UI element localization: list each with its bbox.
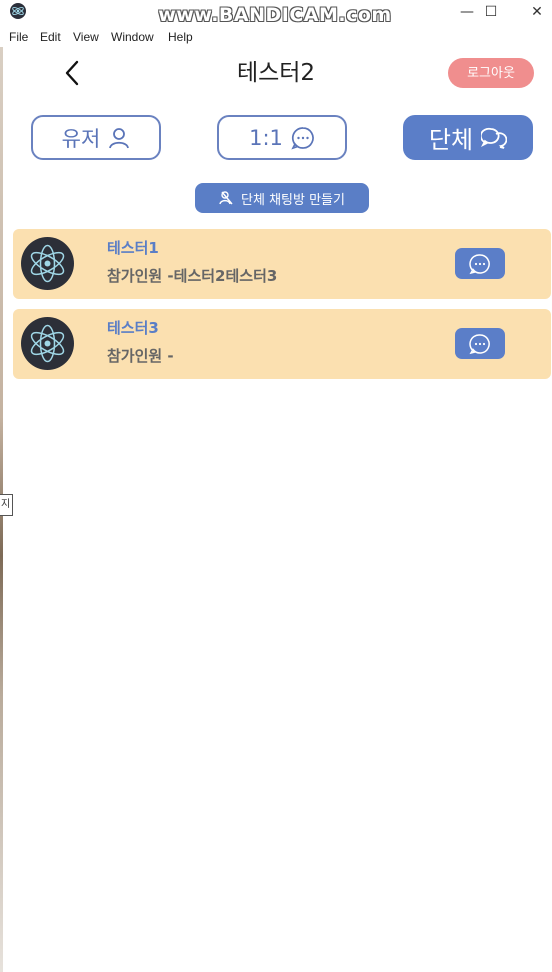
close-button[interactable]: ✕ — [514, 0, 552, 24]
atom-logo-icon — [30, 244, 65, 283]
enter-room-button[interactable] — [455, 328, 505, 359]
chat-bubble-icon — [291, 126, 314, 149]
tab-direct[interactable]: 1:1 — [217, 115, 347, 160]
create-group-room-button[interactable]: 단체 채팅방 만들기 — [195, 183, 369, 213]
back-button[interactable] — [60, 56, 86, 90]
page-title: 테스터2 — [236, 60, 316, 86]
room-members: 참가인원 -테스터2테스터3 — [107, 267, 278, 285]
menu-bar: File Edit View Window Help — [0, 27, 552, 47]
room-members: 참가인원 - — [107, 347, 174, 365]
tooltip-fragment: 지 — [0, 494, 13, 516]
maximize-button[interactable]: ☐ — [468, 0, 514, 24]
menu-file[interactable]: File — [9, 29, 28, 45]
user-icon — [109, 127, 130, 148]
tab-group[interactable]: 단체 — [403, 115, 533, 160]
app-logo-icon — [10, 3, 26, 19]
atom-logo-icon — [30, 324, 65, 363]
window-titlebar: www.BANDICAM.com — ☐ ✕ — [0, 0, 552, 26]
menu-window[interactable]: Window — [111, 29, 154, 45]
tab-direct-label: 1:1 — [249, 125, 283, 150]
avatar — [21, 237, 74, 290]
logout-button[interactable]: 로그아웃 — [448, 58, 534, 88]
tab-users[interactable]: 유저 — [31, 115, 161, 160]
enter-room-button[interactable] — [455, 248, 505, 279]
room-name: 테스터1 — [107, 239, 159, 257]
create-group-room-label: 단체 채팅방 만들기 — [241, 192, 345, 208]
menu-help[interactable]: Help — [168, 29, 193, 45]
recorder-watermark: www.BANDICAM.com — [158, 4, 392, 26]
add-group-icon — [219, 191, 233, 205]
group-chat-icon — [481, 127, 508, 149]
room-list-item[interactable]: 테스터3 참가인원 - — [13, 309, 551, 379]
menu-view[interactable]: View — [73, 29, 99, 45]
room-name: 테스터3 — [107, 319, 159, 337]
chat-bubble-icon — [469, 333, 490, 354]
chevron-left-icon — [65, 60, 79, 86]
avatar — [21, 317, 74, 370]
tab-group-label: 단체 — [428, 126, 474, 154]
menu-edit[interactable]: Edit — [40, 29, 61, 45]
tab-users-label: 유저 — [61, 126, 101, 151]
room-list-item[interactable]: 테스터1 참가인원 -테스터2테스터3 — [13, 229, 551, 299]
chat-bubble-icon — [469, 253, 490, 274]
